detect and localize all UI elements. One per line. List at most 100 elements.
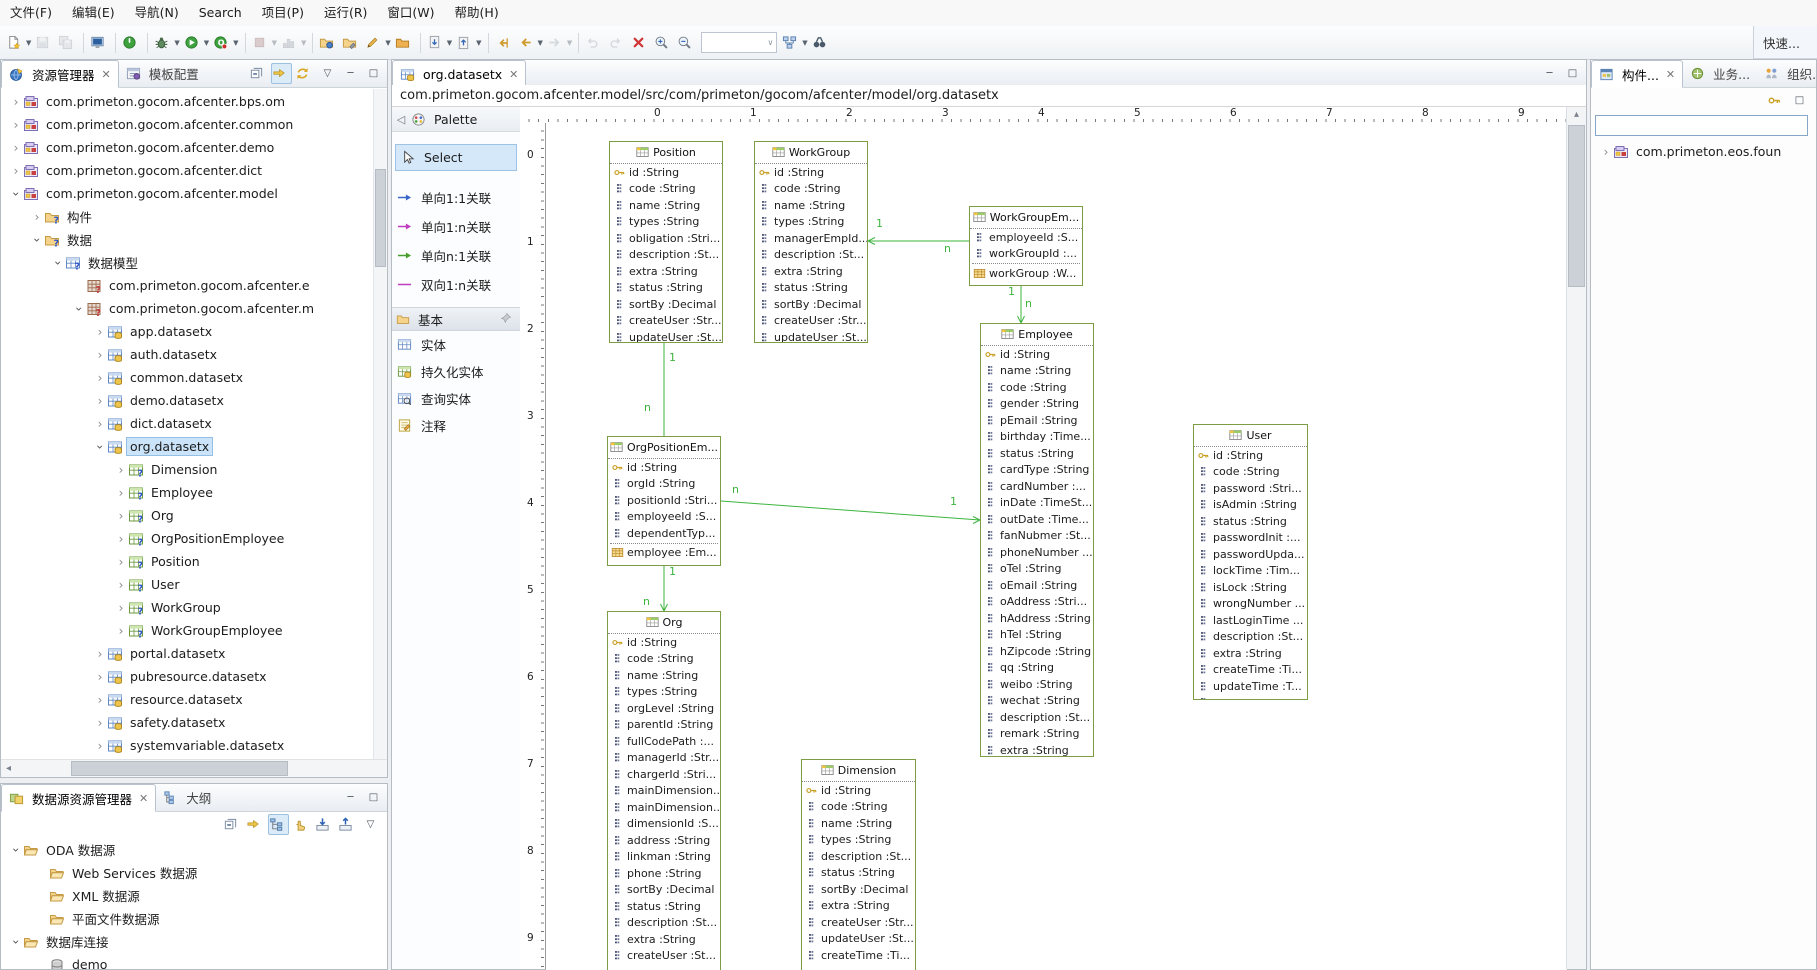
close-icon[interactable]: ✕ [102, 68, 111, 81]
start-server-button[interactable] [120, 31, 143, 55]
last-edit-button[interactable] [493, 31, 516, 55]
expander-icon[interactable]: › [93, 417, 107, 431]
maximize-button[interactable]: □ [363, 63, 384, 84]
tree-mode-button[interactable] [268, 814, 289, 835]
palette-tool-双向1:n关联[interactable]: 双向1:n关联 [392, 270, 520, 299]
menu-文件(F)[interactable]: 文件(F) [0, 0, 62, 25]
entity-field[interactable]: orgLevel :String [608, 700, 720, 717]
entity-field[interactable]: code :String [608, 651, 720, 668]
menu-导航(N)[interactable]: 导航(N) [125, 0, 189, 25]
entity-field[interactable]: code :String [755, 181, 867, 198]
entity-field[interactable]: passwordInit :... [1194, 530, 1307, 547]
link-with-editor-button[interactable] [271, 63, 292, 84]
entity-field[interactable]: types :String [608, 684, 720, 701]
expander-icon[interactable]: › [93, 348, 107, 362]
scroll-up-button[interactable]: ▴ [1567, 109, 1586, 120]
entity-field[interactable]: parentId :String [608, 717, 720, 734]
entity-field[interactable]: dimensionId :S... [608, 816, 720, 833]
entity-field[interactable]: description :St... [610, 247, 722, 264]
entity-title[interactable]: Dimension [802, 760, 915, 782]
entity-field[interactable]: oAddress :Stri... [981, 594, 1093, 611]
key-button[interactable] [1766, 90, 1787, 111]
tree-item[interactable]: ›auth.datasetx [1, 343, 387, 366]
entity-field[interactable]: fanNubmer :St... [981, 528, 1093, 545]
tree-item[interactable]: XML 数据源 [1, 884, 387, 907]
entity-field[interactable]: name :String [802, 815, 915, 832]
palette-tool-持久化实体[interactable]: 持久化实体 [392, 358, 520, 385]
tree-item[interactable]: Web Services 数据源 [1, 861, 387, 884]
entity-field[interactable]: updateUser :St... [755, 329, 867, 343]
close-icon[interactable]: ✕ [509, 68, 518, 81]
entity-field[interactable]: extra :String [608, 931, 720, 948]
expander-icon[interactable]: › [1599, 145, 1613, 159]
entity-field[interactable]: id :String [610, 164, 722, 181]
scrollbar-thumb[interactable] [1568, 125, 1585, 287]
entity-field[interactable]: extra :String [755, 263, 867, 280]
palette-header[interactable]: ◁Palette [392, 107, 520, 132]
entity-WorkGroupEm[interactable]: WorkGroupEm...employeeId :S...workGroupI… [969, 206, 1083, 286]
expander-icon[interactable]: › [93, 739, 107, 753]
tab-资源管理器[interactable]: 资源管理器✕ [1, 60, 119, 88]
entity-field[interactable]: id :String [608, 634, 720, 651]
entity-field[interactable]: chargerId :Stri... [608, 766, 720, 783]
import-button[interactable] [314, 814, 335, 835]
tree-item[interactable]: ›com.primeton.gocom.afcenter.model [1, 182, 387, 205]
tree-item[interactable]: ›?WorkGroup [1, 596, 387, 619]
entity-field[interactable]: status :String [755, 280, 867, 297]
expander-icon[interactable]: › [51, 256, 65, 270]
tab-业务...[interactable]: 业务... [1683, 60, 1757, 87]
expander-icon[interactable]: › [93, 325, 107, 339]
link-with-editor-button[interactable] [245, 814, 266, 835]
entity-field[interactable]: linkman :String [608, 849, 720, 866]
entity-field[interactable]: name :String [981, 363, 1093, 380]
palette-tool-查询实体[interactable]: 查询实体 [392, 385, 520, 412]
zoom-combo[interactable]: ∨ [701, 32, 777, 53]
entity-field[interactable]: phone :String [608, 865, 720, 882]
pen-button[interactable]: ▼ [363, 31, 392, 55]
layout-button[interactable]: ▼ [780, 31, 809, 55]
entity-field[interactable]: extra :String [981, 742, 1093, 757]
tree-item[interactable]: ›systemvariable.datasetx [1, 734, 387, 757]
entity-field[interactable]: address :String [608, 832, 720, 849]
palette-tool-实体[interactable]: 实体 [392, 331, 520, 358]
tree-item[interactable]: ›?构件 [1, 205, 387, 228]
folder-orange-button[interactable] [393, 31, 416, 55]
expander-icon[interactable]: › [9, 935, 23, 949]
tab-模板配置[interactable]: 模板配置 [119, 60, 206, 87]
tree-item[interactable]: ›?Org [1, 504, 387, 527]
expander-icon[interactable]: › [114, 555, 128, 569]
tree-item[interactable]: ›?WorkGroupEmployee [1, 619, 387, 642]
tree-item[interactable]: ›?User [1, 573, 387, 596]
tree-item[interactable]: ›ODA 数据源 [1, 838, 387, 861]
tree-item[interactable]: ›app.datasetx [1, 320, 387, 343]
scroll-left-button[interactable]: ◂ [1, 763, 16, 774]
entity-field[interactable]: birthday :Time... [981, 429, 1093, 446]
entity-field[interactable]: managerEmpId... [755, 230, 867, 247]
entity-field[interactable]: status :String [610, 280, 722, 297]
entity-field[interactable]: id :String [608, 459, 720, 476]
view-menu-button[interactable]: ▽ [360, 814, 381, 835]
entity-field[interactable]: description :St... [1194, 629, 1307, 646]
entity-field[interactable]: description :St... [802, 848, 915, 865]
tree-item[interactable]: ›com.primeton.gocom.afcenter.common [1, 113, 387, 136]
menu-项目(P)[interactable]: 项目(P) [252, 0, 314, 25]
entity-field[interactable]: sortBy :Decimal [610, 296, 722, 313]
entity-field[interactable] [608, 561, 720, 566]
entity-field[interactable]: employeeId :S... [608, 509, 720, 526]
component-search-input[interactable] [1595, 115, 1808, 136]
entity-title[interactable]: Org [608, 612, 720, 634]
tab-数据源资源管理器[interactable]: 数据源资源管理器✕ [1, 784, 156, 812]
entity-Employee[interactable]: Employeeid :Stringname :Stringcode :Stri… [980, 323, 1094, 757]
maximize-button[interactable]: □ [363, 787, 384, 808]
entity-field[interactable]: updateTime :T... [1194, 678, 1307, 695]
menu-运行(R)[interactable]: 运行(R) [314, 0, 377, 25]
entity-field[interactable]: createUser :Str... [802, 914, 915, 931]
scrollbar-thumb[interactable] [375, 169, 386, 267]
tree-item[interactable]: demo [1, 953, 387, 970]
palette-select-tool[interactable]: Select [395, 144, 517, 171]
deploy-button[interactable] [317, 31, 340, 55]
expander-icon[interactable]: › [9, 187, 23, 201]
expander-icon[interactable]: › [114, 532, 128, 546]
entity-field[interactable]: status :String [1194, 513, 1307, 530]
refresh-button[interactable] [294, 63, 315, 84]
